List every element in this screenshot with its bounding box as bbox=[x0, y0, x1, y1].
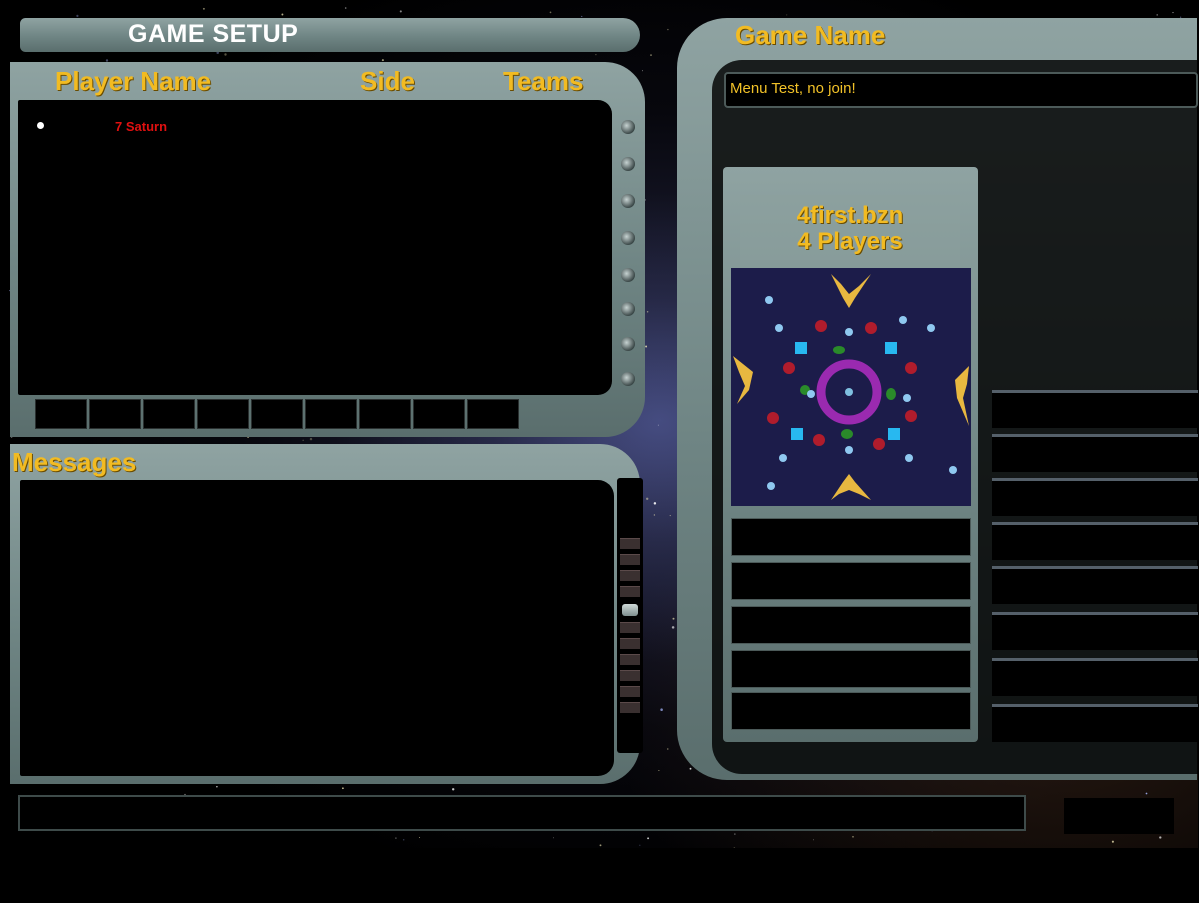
messages-header: Messages bbox=[12, 447, 137, 477]
settings-slot[interactable] bbox=[992, 390, 1198, 428]
settings-slot[interactable] bbox=[992, 704, 1198, 742]
map-option-slot[interactable] bbox=[731, 692, 971, 730]
rivet-icon bbox=[621, 268, 635, 282]
map-option-slot[interactable] bbox=[731, 518, 971, 556]
page-title: GAME SETUP bbox=[128, 20, 299, 48]
settings-slot[interactable] bbox=[992, 434, 1198, 472]
player-list[interactable] bbox=[18, 100, 612, 395]
rivet-icon bbox=[621, 372, 635, 386]
slot-box[interactable] bbox=[89, 399, 141, 429]
slot-box[interactable] bbox=[359, 399, 411, 429]
game-name-value: Menu Test, no join! bbox=[730, 80, 856, 97]
rivet-icon bbox=[621, 194, 635, 208]
slot-box[interactable] bbox=[197, 399, 249, 429]
slot-row bbox=[35, 399, 519, 429]
map-file: 4first.bzn bbox=[796, 202, 904, 229]
rivet-icon bbox=[621, 231, 635, 245]
chat-input[interactable] bbox=[18, 795, 1026, 831]
chat-send-slot[interactable] bbox=[1064, 798, 1174, 834]
slot-box[interactable] bbox=[305, 399, 357, 429]
title-bar bbox=[20, 18, 640, 52]
slot-box[interactable] bbox=[143, 399, 195, 429]
scrollbar-thumb[interactable] bbox=[622, 604, 638, 616]
map-preview[interactable] bbox=[731, 268, 971, 506]
settings-slot[interactable] bbox=[992, 612, 1198, 650]
messages-area[interactable] bbox=[20, 480, 614, 776]
rivet-icon bbox=[621, 337, 635, 351]
map-option-slot[interactable] bbox=[731, 562, 971, 600]
map-info: 4first.bzn 4 Players bbox=[740, 195, 960, 260]
settings-slot[interactable] bbox=[992, 478, 1198, 516]
map-option-slot[interactable] bbox=[731, 606, 971, 644]
slot-box[interactable] bbox=[35, 399, 87, 429]
map-option-slot[interactable] bbox=[731, 650, 971, 688]
teams-header: Teams bbox=[503, 66, 584, 96]
messages-scrollbar[interactable] bbox=[617, 478, 643, 753]
settings-slot[interactable] bbox=[992, 566, 1198, 604]
slot-box[interactable] bbox=[467, 399, 519, 429]
rivet-icon bbox=[621, 157, 635, 171]
side-header: Side bbox=[360, 66, 415, 96]
player-name-header: Player Name bbox=[55, 66, 212, 96]
settings-slot[interactable] bbox=[992, 658, 1198, 696]
settings-slot[interactable] bbox=[992, 522, 1198, 560]
game-name-header: Game Name bbox=[735, 20, 886, 50]
bottom-bar bbox=[8, 848, 1198, 903]
rivet-icon bbox=[621, 120, 635, 134]
slot-box[interactable] bbox=[251, 399, 303, 429]
player-ready-indicator bbox=[37, 122, 44, 129]
map-players: 4 Players bbox=[797, 228, 903, 255]
player-name[interactable]: 7 Saturn bbox=[115, 119, 167, 134]
slot-box[interactable] bbox=[413, 399, 465, 429]
rivet-icon bbox=[621, 302, 635, 316]
